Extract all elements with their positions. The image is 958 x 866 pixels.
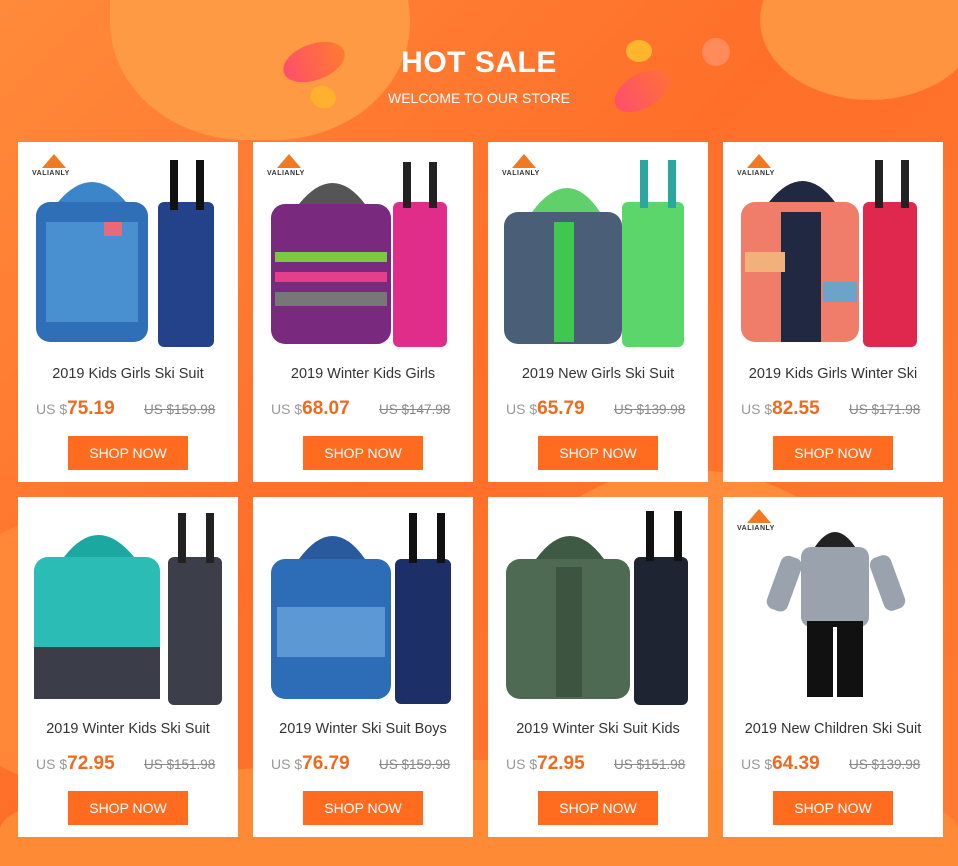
currency-label: US $: [506, 401, 538, 417]
price-row: US $76.79 US $159.98: [271, 753, 471, 775]
original-price: US $151.98: [614, 757, 686, 772]
product-name[interactable]: 2019 Kids Girls Ski Suit: [28, 366, 228, 386]
product-card[interactable]: VALIANLY 2019 Winter Kids Girls US $68.0…: [253, 142, 473, 482]
brand-logo: VALIANLY: [267, 154, 317, 180]
product-name[interactable]: 2019 Winter Ski Suit Kids: [498, 721, 698, 741]
shop-now-button[interactable]: SHOP NOW: [773, 436, 893, 470]
product-name[interactable]: 2019 Kids Girls Winter Ski: [733, 366, 933, 386]
price-row: US $72.95 US $151.98: [506, 753, 706, 775]
original-price: US $139.98: [849, 757, 921, 772]
shop-now-button[interactable]: SHOP NOW: [303, 436, 423, 470]
sale-price: 72.95: [67, 753, 115, 774]
product-name[interactable]: 2019 New Children Ski Suit: [733, 721, 933, 741]
price-row: US $65.79 US $139.98: [506, 398, 706, 420]
sale-price: 75.19: [67, 398, 115, 419]
shop-now-button[interactable]: SHOP NOW: [538, 791, 658, 825]
product-card[interactable]: VALIANLY 2019 Kids Girls Winter Ski US $…: [723, 142, 943, 482]
currency-label: US $: [36, 756, 68, 772]
price-row: US $72.95 US $151.98: [36, 753, 236, 775]
product-name[interactable]: 2019 New Girls Ski Suit: [498, 366, 698, 386]
sale-price: 72.95: [537, 753, 585, 774]
sale-price: 76.79: [302, 753, 350, 774]
product-card[interactable]: VALIANLY 2019 New Girls Ski Suit US $65.…: [488, 142, 708, 482]
currency-label: US $: [741, 401, 773, 417]
currency-label: US $: [36, 401, 68, 417]
shop-now-button[interactable]: SHOP NOW: [538, 436, 658, 470]
original-price: US $171.98: [849, 402, 921, 417]
sale-price: 64.39: [772, 753, 820, 774]
sale-price: 65.79: [537, 398, 585, 419]
page-subtitle: WELCOME TO OUR STORE: [387, 90, 571, 106]
price-row: US $82.55 US $171.98: [741, 398, 941, 420]
currency-label: US $: [271, 756, 303, 772]
currency-label: US $: [741, 756, 773, 772]
shop-now-button[interactable]: SHOP NOW: [68, 791, 188, 825]
brand-logo: VALIANLY: [502, 154, 552, 180]
currency-label: US $: [271, 401, 303, 417]
product-card[interactable]: 2019 Winter Kids Ski Suit US $72.95 US $…: [18, 497, 238, 837]
shop-now-button[interactable]: SHOP NOW: [68, 436, 188, 470]
brand-logo: VALIANLY: [737, 509, 787, 535]
product-card[interactable]: VALIANLY 2019 New Children Ski Suit US $…: [723, 497, 943, 837]
price-row: US $75.19 US $159.98: [36, 398, 236, 420]
product-name[interactable]: 2019 Winter Kids Girls: [263, 366, 463, 386]
original-price: US $139.98: [614, 402, 686, 417]
product-card[interactable]: VALIANLY 2019 Kids Girls Ski Suit US $75…: [18, 142, 238, 482]
shop-now-button[interactable]: SHOP NOW: [303, 791, 423, 825]
brand-logo: VALIANLY: [737, 154, 787, 180]
product-name[interactable]: 2019 Winter Kids Ski Suit: [28, 721, 228, 741]
original-price: US $151.98: [144, 757, 216, 772]
sale-price: 82.55: [772, 398, 820, 419]
product-card[interactable]: 2019 Winter Ski Suit Kids US $72.95 US $…: [488, 497, 708, 837]
original-price: US $147.98: [379, 402, 451, 417]
price-row: US $68.07 US $147.98: [271, 398, 471, 420]
shop-now-button[interactable]: SHOP NOW: [773, 791, 893, 825]
product-name[interactable]: 2019 Winter Ski Suit Boys: [263, 721, 463, 741]
product-image[interactable]: [488, 497, 708, 707]
page-title: HOT SALE: [401, 46, 557, 79]
brand-logo: VALIANLY: [32, 154, 82, 180]
original-price: US $159.98: [144, 402, 216, 417]
product-image[interactable]: [18, 497, 238, 707]
price-row: US $64.39 US $139.98: [741, 753, 941, 775]
currency-label: US $: [506, 756, 538, 772]
product-image[interactable]: [253, 497, 473, 707]
banner-header: HOT SALE WELCOME TO OUR STORE: [0, 46, 958, 106]
original-price: US $159.98: [379, 757, 451, 772]
sale-price: 68.07: [302, 398, 350, 419]
product-card[interactable]: 2019 Winter Ski Suit Boys US $76.79 US $…: [253, 497, 473, 837]
